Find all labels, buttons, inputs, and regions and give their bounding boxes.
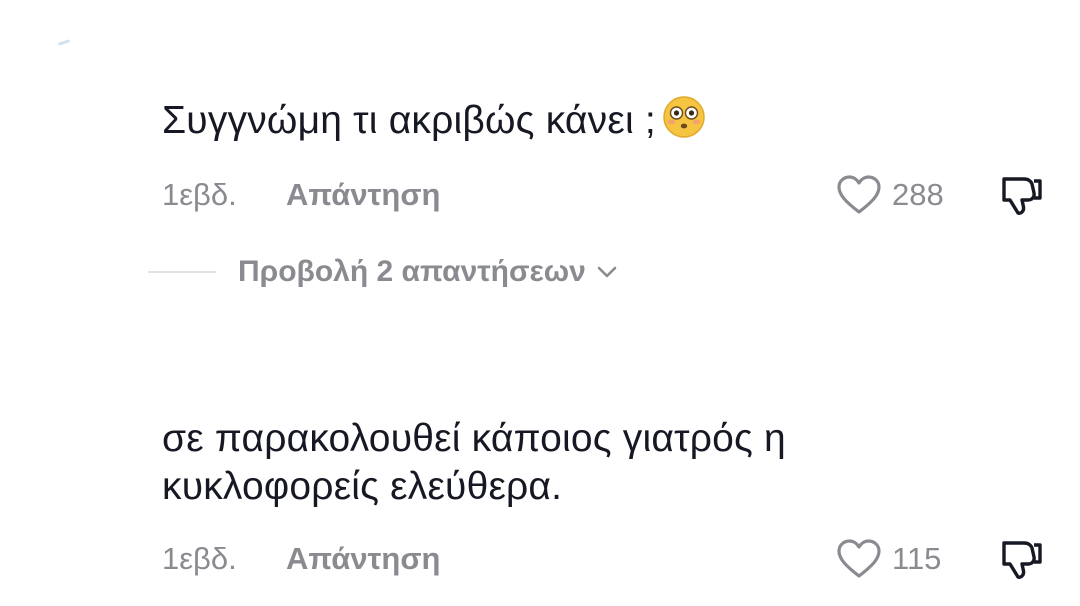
view-replies-row: Προβολή 2 απαντήσεων xyxy=(148,252,620,292)
view-replies-label: Προβολή 2 απαντήσεων xyxy=(238,255,586,288)
comment-text: Συγγνώμη τι ακριβώς κάνει ; xyxy=(162,99,656,142)
replies-divider xyxy=(148,271,216,273)
decorative-mark xyxy=(57,39,71,46)
comment-meta: 1εβδ. Απάντηση 115 xyxy=(162,537,1050,581)
comment-time: 1εβδ. xyxy=(162,541,237,576)
reply-button[interactable]: Απάντηση xyxy=(286,541,440,577)
comment-body: Συγγνώμη τι ακριβώς κάνει ; xyxy=(162,95,1050,145)
view-replies-button[interactable]: Προβολή 2 απαντήσεων xyxy=(238,255,620,289)
comment-text: σε παρακολουθεί κάποιος γιατρός η κυκλοφ… xyxy=(162,417,786,508)
reply-button[interactable]: Απάντηση xyxy=(286,177,440,213)
thumbs-down-outline-icon[interactable] xyxy=(998,171,1046,219)
heart-outline-icon xyxy=(837,175,881,214)
heart-outline-icon xyxy=(837,539,881,578)
comment-time: 1εβδ. xyxy=(162,177,237,212)
chevron-down-icon xyxy=(597,266,617,278)
comment-meta: 1εβδ. Απάντηση 288 xyxy=(162,173,1050,217)
like-count: 288 xyxy=(892,177,944,212)
thumbs-down-outline-icon[interactable] xyxy=(998,535,1046,583)
like-count: 115 xyxy=(892,541,942,576)
like-button[interactable]: 288 xyxy=(836,173,944,217)
comment-item: Συγγνώμη τι ακριβώς κάνει ; 1εβδ. Απάντη… xyxy=(162,95,1050,217)
flushed-face-emoji-icon xyxy=(663,96,705,138)
like-button[interactable]: 115 xyxy=(836,537,941,581)
comment-item: σε παρακολουθεί κάποιος γιατρός η κυκλοφ… xyxy=(162,415,1050,581)
